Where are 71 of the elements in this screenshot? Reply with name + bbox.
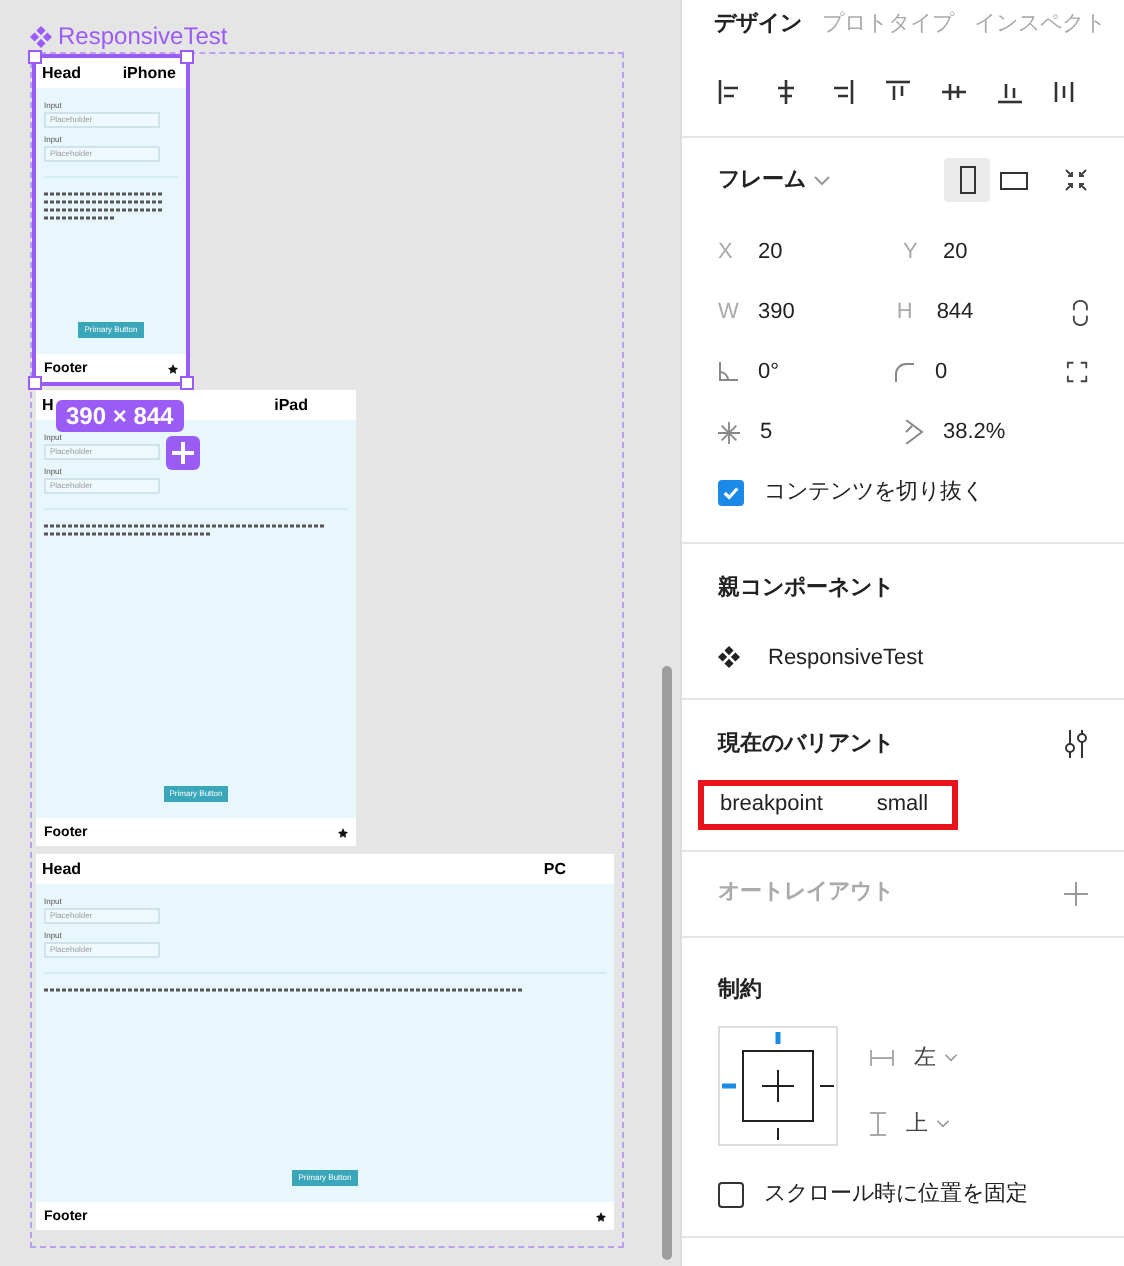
horizontal-constraint-icon bbox=[870, 1050, 894, 1067]
device-label: iPad bbox=[274, 397, 308, 413]
distribute-icon[interactable] bbox=[1054, 80, 1078, 104]
link-icon[interactable] bbox=[1071, 299, 1088, 325]
chevron-down-icon[interactable] bbox=[944, 1054, 958, 1063]
star-icon bbox=[596, 1211, 606, 1221]
resize-handle[interactable] bbox=[180, 376, 194, 390]
property-value[interactable]: 38.2% bbox=[943, 415, 1006, 449]
resize-handle[interactable] bbox=[28, 376, 42, 390]
constraints-widget[interactable] bbox=[718, 1026, 838, 1146]
align-center-icon[interactable] bbox=[774, 80, 798, 104]
checkbox[interactable] bbox=[718, 1181, 744, 1208]
section-title: 現在のバリアント bbox=[718, 730, 894, 760]
resize-handle[interactable] bbox=[180, 50, 194, 64]
section-title: 親コンポーネント bbox=[718, 573, 896, 604]
property-value[interactable]: 20 bbox=[943, 235, 968, 269]
plus-icon bbox=[172, 442, 194, 464]
collapse-icon[interactable] bbox=[1064, 168, 1088, 192]
property-value[interactable]: 0 bbox=[934, 355, 948, 389]
component-icon bbox=[30, 25, 52, 47]
head-label: H bbox=[42, 397, 54, 413]
section-title: 制約 bbox=[718, 975, 764, 1005]
clip-content-label[interactable]: コンテンツを切り抜く bbox=[764, 475, 984, 509]
align-bottom-icon[interactable] bbox=[998, 80, 1022, 104]
adjust-icon[interactable] bbox=[1064, 730, 1088, 759]
property-value[interactable]: 20 bbox=[758, 235, 783, 269]
star-count-icon bbox=[718, 421, 740, 443]
property-value[interactable]: 390 bbox=[758, 295, 795, 329]
star-icon bbox=[168, 363, 178, 373]
section-title[interactable]: フレーム bbox=[718, 163, 806, 197]
align-top-icon[interactable] bbox=[886, 80, 910, 104]
constraint-dropdown[interactable]: 上 bbox=[906, 1107, 950, 1140]
device-label: iPhone bbox=[122, 65, 176, 81]
section-title: オートレイアウト bbox=[718, 878, 894, 909]
scrollbar[interactable] bbox=[662, 666, 672, 1260]
variant-property-name: breakpoint bbox=[720, 789, 823, 820]
component-icon bbox=[718, 646, 740, 669]
property-value[interactable]: 5 bbox=[760, 415, 773, 449]
variant-property-row[interactable]: breakpoint small bbox=[698, 779, 958, 829]
head-label: Head bbox=[42, 65, 82, 81]
corner-radius-icon bbox=[894, 362, 915, 382]
property-label: H bbox=[896, 297, 915, 328]
align-middle-icon[interactable] bbox=[942, 80, 966, 104]
corners-icon[interactable] bbox=[1065, 360, 1088, 384]
variant-property-value: small bbox=[876, 789, 929, 820]
chevron-down-icon[interactable] bbox=[936, 1119, 950, 1128]
plus-icon[interactable] bbox=[1064, 881, 1088, 905]
ratio-icon bbox=[903, 420, 923, 444]
property-label: Y bbox=[903, 237, 920, 268]
align-left-icon[interactable] bbox=[718, 80, 742, 104]
property-label: W bbox=[718, 297, 738, 328]
resize-handle[interactable] bbox=[28, 50, 42, 64]
constraint-dropdown[interactable]: 左 bbox=[914, 1042, 958, 1075]
add-button[interactable] bbox=[166, 436, 200, 470]
align-right-icon[interactable] bbox=[830, 80, 854, 104]
vertical-constraint-icon bbox=[870, 1111, 886, 1136]
chevron-down-icon[interactable] bbox=[814, 175, 830, 185]
checkbox[interactable] bbox=[718, 479, 744, 505]
parent-component-name[interactable]: ResponsiveTest bbox=[768, 641, 924, 674]
head-label: Head bbox=[42, 861, 82, 877]
panel-tab[interactable]: デザイン bbox=[714, 10, 802, 38]
property-label: X bbox=[718, 237, 735, 268]
text-lines-drawing bbox=[44, 190, 164, 222]
portrait-toggle[interactable] bbox=[944, 158, 990, 202]
device-label: PC bbox=[543, 861, 566, 877]
rotation-icon bbox=[718, 362, 738, 382]
fix-position-label[interactable]: スクロール時に位置を固定 bbox=[764, 1178, 1028, 1211]
property-value[interactable]: 0° bbox=[758, 355, 780, 389]
property-value[interactable]: 844 bbox=[936, 295, 974, 329]
star-icon bbox=[338, 827, 348, 837]
size-badge: 390 × 844 bbox=[56, 400, 184, 432]
